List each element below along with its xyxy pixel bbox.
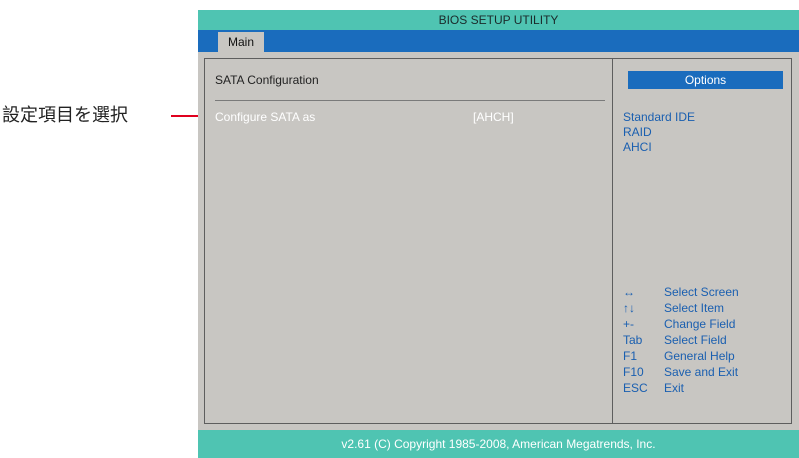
help-desc: General Help (664, 349, 735, 363)
section-divider (215, 100, 605, 101)
help-key: ESC (623, 381, 648, 395)
option-standard-ide[interactable]: Standard IDE (623, 110, 695, 125)
help-desc: Select Item (664, 301, 725, 315)
configure-sata-label: Configure SATA as (215, 110, 316, 124)
help-key: F1 (623, 349, 638, 363)
help-desc: Select Field (664, 333, 727, 347)
options-list: Standard IDE RAID AHCI (623, 110, 695, 155)
up-down-arrow-icon: ↑↓ (623, 301, 635, 315)
configure-sata-item[interactable]: Configure SATA as [AHCH] (215, 110, 595, 126)
help-desc: Select Screen (664, 285, 739, 299)
tab-bar: Main (198, 30, 799, 52)
panel-divider (612, 59, 613, 423)
left-right-arrow-icon: ↔ (623, 285, 635, 299)
help-key: +- (623, 317, 635, 331)
section-title: SATA Configuration (215, 73, 319, 87)
bios-window: BIOS SETUP UTILITY Main SATA Configurati… (198, 10, 799, 458)
annotation-label: 設定項目を選択 (2, 105, 128, 126)
option-raid[interactable]: RAID (623, 125, 695, 140)
option-ahci[interactable]: AHCI (623, 140, 695, 155)
help-key: F10 (623, 365, 644, 379)
help-desc: Save and Exit (664, 365, 739, 379)
options-header: Options (628, 71, 783, 89)
help-desc: Change Field (664, 317, 736, 331)
copyright-footer: v2.61 (C) Copyright 1985-2008, American … (198, 430, 799, 458)
help-desc: Exit (664, 381, 685, 395)
bios-title: BIOS SETUP UTILITY (198, 10, 799, 30)
help-key: Tab (623, 333, 643, 347)
tab-main[interactable]: Main (218, 32, 265, 52)
main-panel: SATA Configuration Configure SATA as [AH… (204, 58, 792, 424)
configure-sata-value[interactable]: [AHCH] (473, 110, 514, 124)
